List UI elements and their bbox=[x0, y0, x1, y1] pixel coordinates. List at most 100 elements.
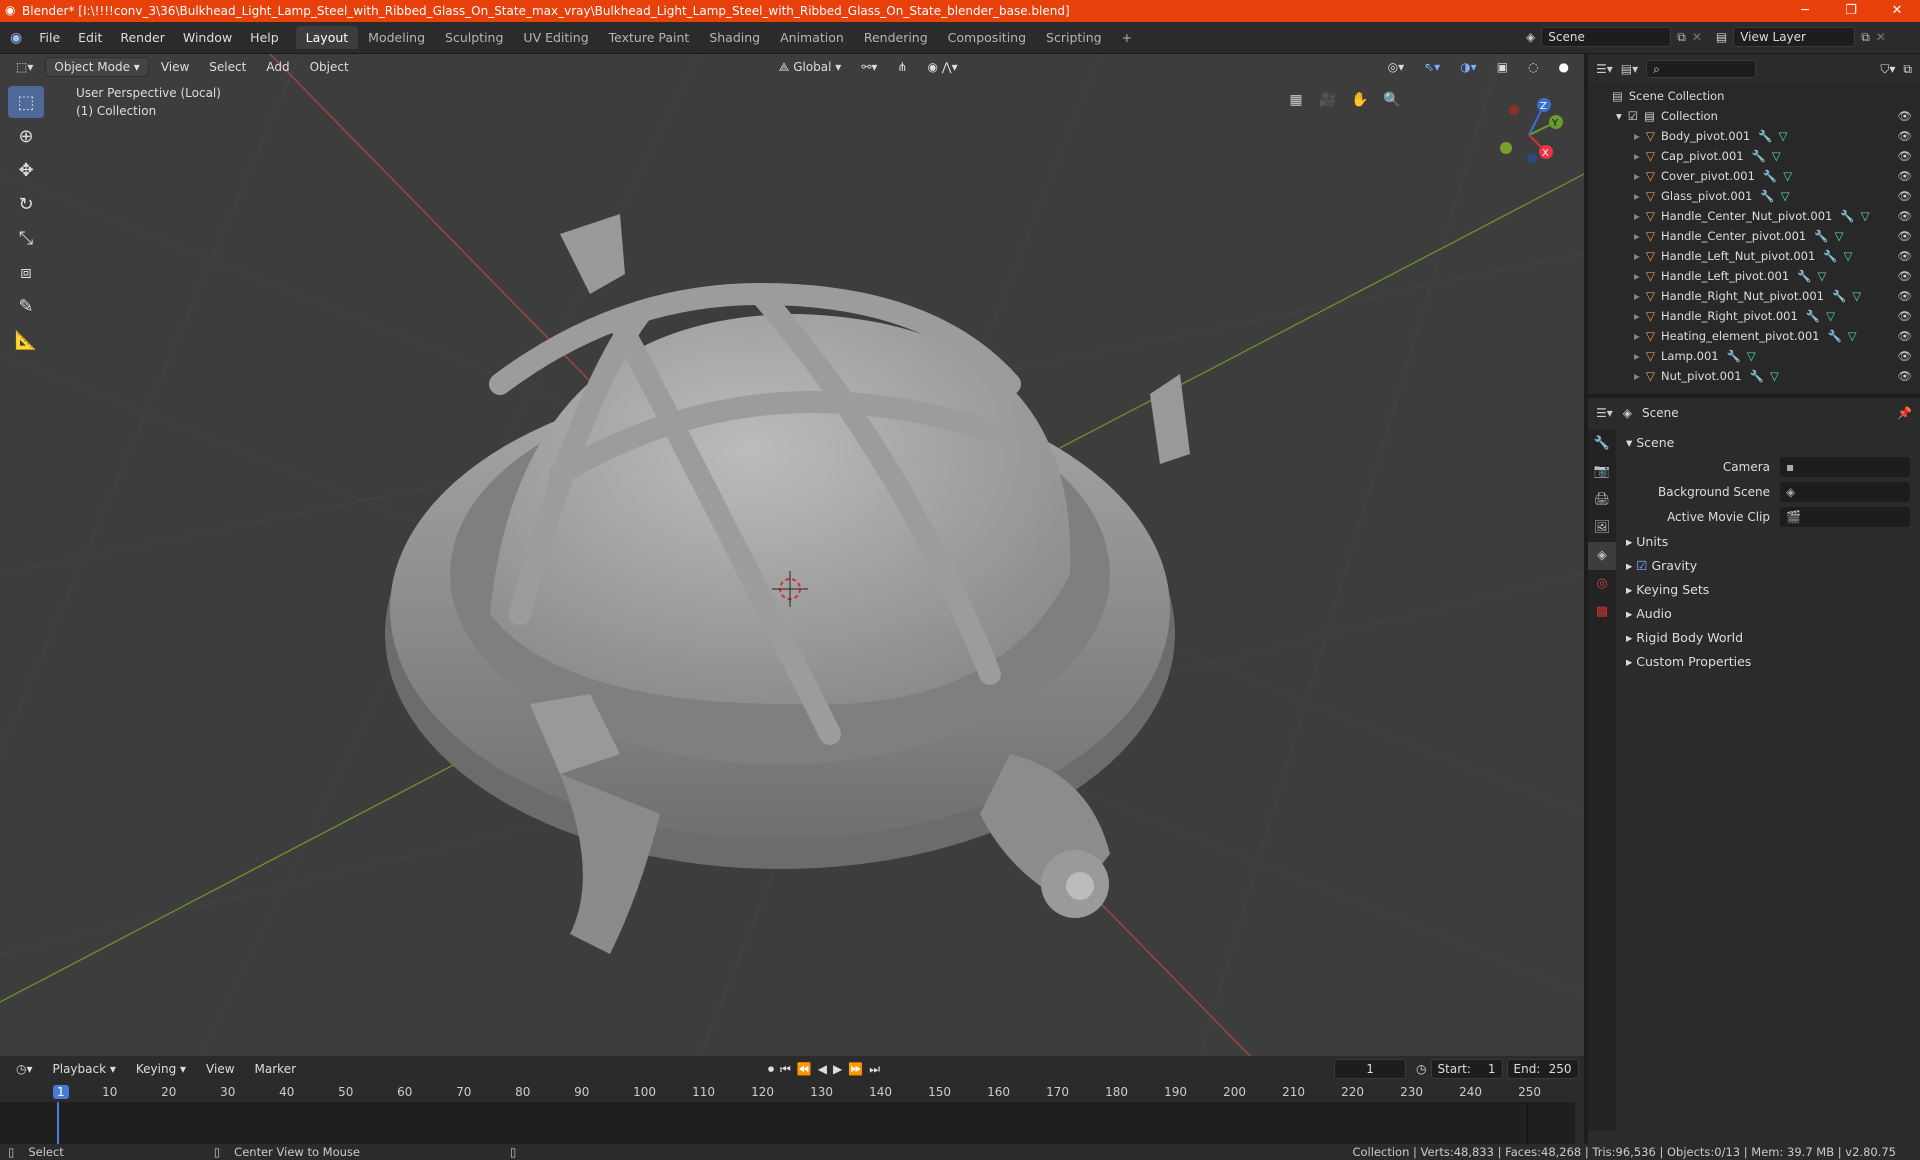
visibility-eye-icon[interactable]: 👁 bbox=[1897, 329, 1912, 343]
expand-arrow-icon[interactable]: ▸ bbox=[1634, 209, 1640, 223]
editor-type-icon[interactable]: ◷▾ bbox=[8, 1060, 41, 1078]
menu-help[interactable]: Help bbox=[241, 30, 288, 45]
outliner-item[interactable]: ▸ ▽ Handle_Right_pivot.001 🔧 ▽ 👁 bbox=[1588, 306, 1920, 326]
outliner-search-input[interactable]: ⌕ bbox=[1646, 60, 1757, 78]
editor-type-icon[interactable]: ☰▾ bbox=[1596, 62, 1613, 76]
expand-arrow-icon[interactable]: ▾ bbox=[1616, 109, 1622, 123]
next-keyframe-icon[interactable]: ⏩ bbox=[848, 1062, 863, 1077]
visibility-eye-icon[interactable]: 👁 bbox=[1897, 229, 1912, 243]
modifier-wrench-icon[interactable]: 🔧 bbox=[1832, 289, 1846, 303]
expand-arrow-icon[interactable]: ▸ bbox=[1634, 369, 1640, 383]
menu-object[interactable]: Object bbox=[302, 58, 357, 76]
outliner-collection[interactable]: ▾ ☑ ▤ Collection 👁 bbox=[1588, 106, 1920, 126]
movie-clip-field[interactable]: 🎬 bbox=[1780, 506, 1910, 527]
outliner-item[interactable]: ▸ ▽ Glass_pivot.001 🔧 ▽ 👁 bbox=[1588, 186, 1920, 206]
tab-compositing[interactable]: Compositing bbox=[938, 26, 1036, 49]
visibility-eye-icon[interactable]: 👁 bbox=[1897, 149, 1912, 163]
outliner-item[interactable]: ▸ ▽ Cover_pivot.001 🔧 ▽ 👁 bbox=[1588, 166, 1920, 186]
visibility-eye-icon[interactable]: 👁 bbox=[1897, 209, 1912, 223]
modifier-wrench-icon[interactable]: 🔧 bbox=[1727, 349, 1741, 363]
panel-gravity[interactable]: ▸ ☑ Gravity bbox=[1620, 553, 1916, 577]
play-icon[interactable]: ▶ bbox=[833, 1062, 842, 1077]
output-tab-icon[interactable]: 🖨 bbox=[1588, 486, 1616, 514]
editor-type-icon[interactable]: ☰▾ bbox=[1596, 406, 1613, 420]
outliner-item[interactable]: ▸ ▽ Handle_Left_Nut_pivot.001 🔧 ▽ 👁 bbox=[1588, 246, 1920, 266]
close-icon[interactable]: ✕ bbox=[1874, 0, 1920, 22]
outliner-item[interactable]: ▸ ▽ Handle_Center_Nut_pivot.001 🔧 ▽ 👁 bbox=[1588, 206, 1920, 226]
rotate-icon[interactable]: ↻ bbox=[8, 188, 44, 220]
panel-rigid-body-world[interactable]: ▸ Rigid Body World bbox=[1620, 625, 1916, 649]
transform-orientation[interactable]: ⟁ Global ▾ bbox=[771, 58, 850, 77]
maximize-icon[interactable]: ❐ bbox=[1828, 0, 1874, 22]
modifier-wrench-icon[interactable]: 🔧 bbox=[1763, 169, 1777, 183]
viewport-canvas[interactable] bbox=[0, 54, 1584, 1056]
delete-view-layer-icon[interactable]: ✕ bbox=[1876, 30, 1886, 44]
modifier-wrench-icon[interactable]: 🔧 bbox=[1840, 209, 1854, 223]
camera-view-icon[interactable]: 🎥 bbox=[1316, 88, 1340, 112]
expand-arrow-icon[interactable]: ▸ bbox=[1634, 229, 1640, 243]
expand-arrow-icon[interactable]: ▸ bbox=[1634, 249, 1640, 263]
snap-icon[interactable]: ⋔ bbox=[889, 58, 915, 76]
gravity-checkbox[interactable]: ☑ bbox=[1636, 558, 1651, 573]
blender-menu-icon[interactable]: ◉ bbox=[0, 30, 30, 46]
outliner-item[interactable]: ▸ ▽ Heating_element_pivot.001 🔧 ▽ 👁 bbox=[1588, 326, 1920, 346]
scene-tab-icon[interactable]: ◈ bbox=[1588, 542, 1616, 570]
menu-marker[interactable]: Marker bbox=[247, 1060, 304, 1078]
expand-arrow-icon[interactable]: ▸ bbox=[1634, 269, 1640, 283]
mesh-data-icon[interactable]: ▽ bbox=[1770, 369, 1779, 383]
visibility-eye-icon[interactable]: 👁 bbox=[1897, 289, 1912, 303]
modifier-wrench-icon[interactable]: 🔧 bbox=[1806, 309, 1820, 323]
mesh-data-icon[interactable]: ▽ bbox=[1781, 189, 1790, 203]
visibility-eye-icon[interactable]: 👁 bbox=[1897, 169, 1912, 183]
grid-view-icon[interactable]: ▦ bbox=[1284, 88, 1308, 112]
modifier-wrench-icon[interactable]: 🔧 bbox=[1758, 129, 1772, 143]
delete-scene-icon[interactable]: ✕ bbox=[1692, 30, 1702, 44]
tab-scripting[interactable]: Scripting bbox=[1036, 26, 1112, 49]
modifier-wrench-icon[interactable]: 🔧 bbox=[1797, 269, 1811, 283]
modifier-wrench-icon[interactable]: 🔧 bbox=[1760, 189, 1774, 203]
panel-audio[interactable]: ▸ Audio bbox=[1620, 601, 1916, 625]
visibility-eye-icon[interactable]: 👁 bbox=[1897, 369, 1912, 383]
texture-tab-icon[interactable]: ▩ bbox=[1588, 598, 1616, 626]
jump-end-icon[interactable]: ⏭ bbox=[869, 1062, 880, 1077]
mesh-data-icon[interactable]: ▽ bbox=[1835, 229, 1844, 243]
mesh-data-icon[interactable]: ▽ bbox=[1772, 149, 1781, 163]
visibility-eye-icon[interactable]: 👁 bbox=[1897, 349, 1912, 363]
modifier-wrench-icon[interactable]: 🔧 bbox=[1827, 329, 1841, 343]
outliner-item[interactable]: ▸ ▽ Nut_pivot.001 🔧 ▽ 👁 bbox=[1588, 366, 1920, 386]
gizmo-toggle-icon[interactable]: ⇖▾ bbox=[1416, 58, 1448, 76]
visibility-eye-icon[interactable]: 👁 bbox=[1897, 189, 1912, 203]
panel-scene[interactable]: ▾ Scene bbox=[1620, 430, 1916, 454]
pin-icon[interactable]: 📌 bbox=[1897, 406, 1912, 420]
view-layer-tab-icon[interactable]: 🖼 bbox=[1588, 514, 1616, 542]
mode-selector[interactable]: Object Mode ▾ bbox=[45, 57, 149, 77]
tab-shading[interactable]: Shading bbox=[699, 26, 770, 49]
modifier-wrench-icon[interactable]: 🔧 bbox=[1750, 369, 1764, 383]
mesh-data-icon[interactable]: ▽ bbox=[1852, 289, 1861, 303]
menu-window[interactable]: Window bbox=[174, 30, 241, 45]
annotate-icon[interactable]: ✎ bbox=[8, 290, 44, 322]
tab-sculpting[interactable]: Sculpting bbox=[435, 26, 513, 49]
prev-keyframe-icon[interactable]: ⏪ bbox=[797, 1062, 812, 1077]
end-frame-field[interactable]: End: 250 bbox=[1506, 1059, 1579, 1079]
record-icon[interactable]: ⏺ bbox=[768, 1062, 774, 1077]
menu-add[interactable]: Add bbox=[258, 58, 297, 76]
xray-icon[interactable]: ▣ bbox=[1489, 58, 1516, 76]
visibility-eye-icon[interactable]: 👁 bbox=[1897, 129, 1912, 143]
shading-solid-icon[interactable]: ● bbox=[1551, 58, 1577, 76]
select-box-icon[interactable]: ⬚ bbox=[8, 86, 44, 118]
outliner-item[interactable]: ▸ ▽ Handle_Center_pivot.001 🔧 ▽ 👁 bbox=[1588, 226, 1920, 246]
outliner-item[interactable]: ▸ ▽ Cap_pivot.001 🔧 ▽ 👁 bbox=[1588, 146, 1920, 166]
timeline-ruler[interactable]: 1 10 20 30 40 50 60 70 80 90 100 110 120 130 140 150 160… bbox=[0, 1082, 1584, 1102]
new-scene-icon[interactable]: ⧉ bbox=[1677, 30, 1686, 45]
visibility-eye-icon[interactable]: 👁 bbox=[1897, 249, 1912, 263]
zoom-icon[interactable]: 🔍 bbox=[1380, 88, 1404, 112]
outliner-scene-collection[interactable]: ▤ Scene Collection bbox=[1588, 86, 1920, 106]
tab-modeling[interactable]: Modeling bbox=[358, 26, 435, 49]
panel-custom-properties[interactable]: ▸ Custom Properties bbox=[1620, 649, 1916, 673]
outliner-item[interactable]: ▸ ▽ Body_pivot.001 🔧 ▽ 👁 bbox=[1588, 126, 1920, 146]
menu-view[interactable]: View bbox=[153, 58, 197, 76]
mesh-data-icon[interactable]: ▽ bbox=[1779, 129, 1788, 143]
mesh-data-icon[interactable]: ▽ bbox=[1861, 209, 1870, 223]
view-layer-selector[interactable]: View Layer bbox=[1733, 27, 1856, 47]
